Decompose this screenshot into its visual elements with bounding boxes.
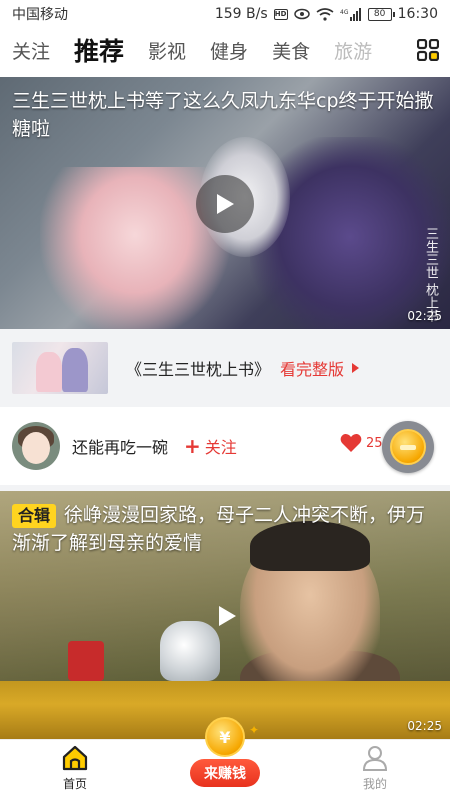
tab-fitness[interactable]: 健身 <box>210 37 248 64</box>
video-thumbnail-object <box>68 641 104 681</box>
svg-text:4G: 4G <box>340 9 349 16</box>
sparkle-icon: ✦ <box>249 723 260 737</box>
video-title[interactable]: 合辑 徐峥漫漫回家路，母子二人冲突不断，伊万渐渐了解到母亲的爱情 <box>12 501 442 557</box>
hd-icon: HD <box>273 8 288 20</box>
carrier-label: 中国移动 <box>12 7 68 23</box>
drama-title[interactable]: 《三生三世枕上书》 <box>126 356 270 380</box>
cellular-signal-icon: 4G <box>340 7 362 21</box>
nav-earn[interactable]: ¥ ✦ 来赚钱 <box>150 717 300 800</box>
video-title[interactable]: 三生三世枕上书等了这么久凤九东华cp终于开始撒糖啦 <box>12 87 442 143</box>
video-card-2[interactable]: 合辑 徐峥漫漫回家路，母子二人冲突不断，伊万渐渐了解到母亲的爱情 02:25 <box>0 491 450 739</box>
video-duration: 02:25 <box>407 719 442 733</box>
tab-fade-overlay <box>366 28 406 72</box>
tab-movies[interactable]: 影视 <box>148 37 186 64</box>
author-name[interactable]: 还能再吃一碗 <box>72 434 168 458</box>
status-indicators: 159 B/s HD 4G 80 16:30 <box>215 6 438 22</box>
earn-button[interactable]: 来赚钱 <box>190 759 260 787</box>
collection-badge: 合辑 <box>12 504 57 528</box>
like-count: 25 <box>366 435 383 451</box>
tab-recommend[interactable]: 推荐 <box>74 32 124 68</box>
like-button[interactable]: 25 <box>340 433 383 453</box>
follow-button[interactable]: + 关注 <box>184 434 237 458</box>
status-bar: 中国移动 159 B/s HD 4G 80 16:30 <box>0 0 450 28</box>
heart-icon <box>340 434 362 452</box>
arrow-right-icon <box>352 363 360 373</box>
video-card-1[interactable]: 三生三世枕上书等了这么久凤九东华cp终于开始撒糖啦 三生三世 枕上书 02:25 <box>0 77 450 329</box>
home-icon <box>62 745 88 771</box>
eye-icon <box>293 8 310 20</box>
category-grid-button[interactable] <box>406 28 450 72</box>
avatar[interactable] <box>12 422 60 470</box>
grid-icon <box>417 39 439 61</box>
video-watermark: 三生三世 枕上书 <box>423 227 438 323</box>
coin-icon <box>390 429 426 465</box>
play-button[interactable] <box>198 587 256 645</box>
play-icon <box>219 606 236 626</box>
watch-full-label: 看完整版 <box>280 360 345 379</box>
drama-link-row[interactable]: 《三生三世枕上书》 看完整版 <box>0 329 450 407</box>
tab-food[interactable]: 美食 <box>272 37 310 64</box>
video-duration: 02:25 <box>407 309 442 323</box>
play-button[interactable] <box>196 175 254 233</box>
coin-icon: ¥ <box>205 717 245 757</box>
plus-icon: + <box>184 434 201 458</box>
clock: 16:30 <box>397 6 438 22</box>
floating-coin-button[interactable] <box>382 421 434 473</box>
follow-label: 关注 <box>204 438 237 457</box>
category-tab-bar: 关注 推荐 影视 健身 美食 旅游 <box>0 28 450 72</box>
drama-thumbnail[interactable] <box>12 342 108 394</box>
nav-mine-label: 我的 <box>362 777 387 791</box>
nav-home[interactable]: 首页 <box>0 739 150 800</box>
bottom-nav: 首页 ¥ ✦ 来赚钱 我的 <box>0 717 450 800</box>
tab-list: 关注 推荐 影视 健身 美食 旅游 <box>0 32 406 68</box>
author-row: 还能再吃一碗 + 关注 25 <box>0 407 450 485</box>
nav-mine[interactable]: 我的 <box>300 739 450 800</box>
wifi-icon <box>316 7 334 21</box>
battery-icon: 80 <box>367 7 395 21</box>
nav-home-label: 首页 <box>62 777 87 791</box>
watch-full-link[interactable]: 看完整版 <box>280 356 360 380</box>
video-title-text: 徐峥漫漫回家路，母子二人冲突不断，伊万渐渐了解到母亲的爱情 <box>12 504 426 554</box>
play-icon <box>217 194 234 214</box>
network-speed: 159 B/s <box>214 6 268 22</box>
user-icon <box>362 746 388 771</box>
tab-follow[interactable]: 关注 <box>12 37 50 64</box>
